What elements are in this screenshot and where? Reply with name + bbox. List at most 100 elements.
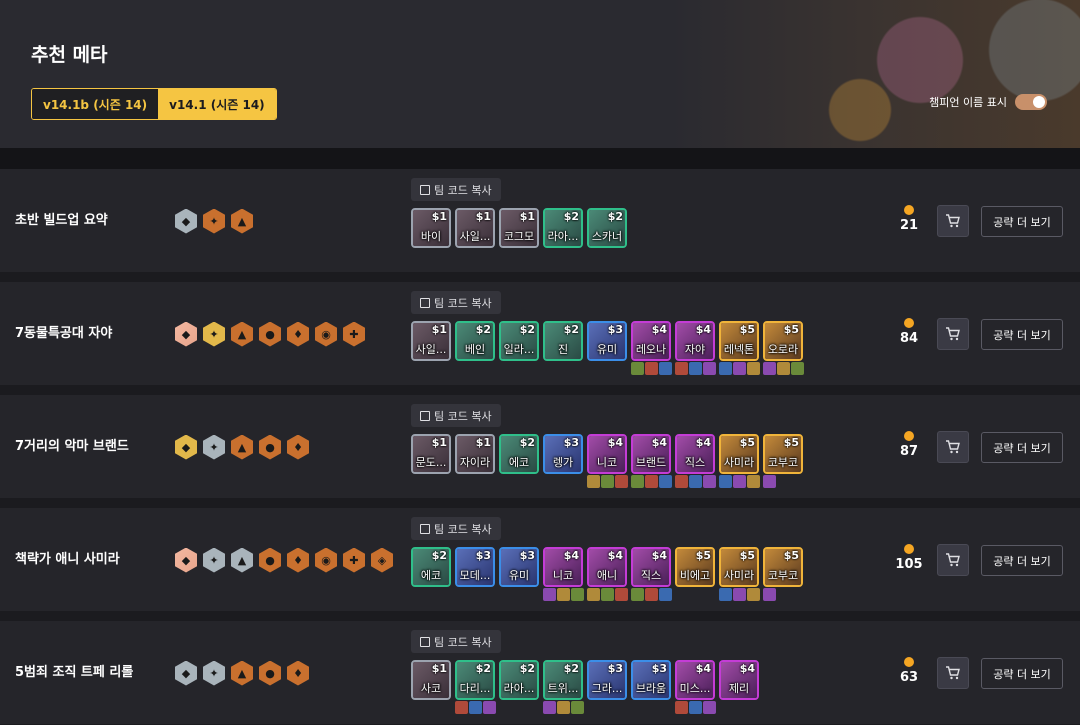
item-icon[interactable] [747, 475, 760, 488]
tab-version-14-1b[interactable]: v14.1b (시즌 14) [32, 89, 159, 119]
trait-icon[interactable]: ✦ [201, 547, 227, 573]
champion-card[interactable]: $2 에코 [499, 434, 539, 474]
item-icon[interactable] [645, 475, 658, 488]
trait-icon[interactable]: ♦ [285, 547, 311, 573]
item-icon[interactable] [791, 362, 804, 375]
item-icon[interactable] [659, 475, 672, 488]
trait-icon[interactable]: ✦ [201, 321, 227, 347]
trait-icon[interactable]: ♦ [285, 434, 311, 460]
champion-card[interactable]: $5 사미라 [719, 547, 760, 601]
trait-icon[interactable]: ◆ [173, 208, 199, 234]
item-icon[interactable] [777, 362, 790, 375]
item-icon[interactable] [675, 475, 688, 488]
champion-card[interactable]: $2 에코 [411, 547, 451, 587]
item-icon[interactable] [689, 362, 702, 375]
trait-icon[interactable]: ▲ [229, 208, 255, 234]
item-icon[interactable] [659, 588, 672, 601]
item-icon[interactable] [675, 701, 688, 714]
trait-icon[interactable]: ◆ [173, 547, 199, 573]
champion-card[interactable]: $2 라아... [543, 208, 583, 248]
item-icon[interactable] [557, 588, 570, 601]
item-icon[interactable] [645, 588, 658, 601]
trait-icon[interactable]: ◆ [173, 434, 199, 460]
trait-icon[interactable]: ◈ [369, 547, 395, 573]
trait-icon[interactable]: ♦ [285, 321, 311, 347]
champion-card[interactable]: $1 사일... [411, 321, 451, 361]
champion-card[interactable]: $1 코그모 [499, 208, 539, 248]
trait-icon[interactable]: ◉ [313, 547, 339, 573]
item-icon[interactable] [455, 701, 468, 714]
item-icon[interactable] [645, 362, 658, 375]
champion-card[interactable]: $4 니코 [543, 547, 584, 601]
item-icon[interactable] [733, 362, 746, 375]
champion-card[interactable]: $3 유미 [499, 547, 539, 587]
item-icon[interactable] [689, 475, 702, 488]
tab-version-14-1[interactable]: v14.1 (시즌 14) [158, 89, 276, 119]
champion-card[interactable]: $1 자이라 [455, 434, 495, 474]
trait-icon[interactable]: ✚ [341, 547, 367, 573]
champion-card[interactable]: $2 트위... [543, 660, 584, 714]
champion-card[interactable]: $4 직스 [631, 547, 672, 601]
trait-icon[interactable]: ◉ [313, 321, 339, 347]
item-icon[interactable] [571, 701, 584, 714]
champion-card[interactable]: $4 자야 [675, 321, 716, 375]
cart-button[interactable] [937, 544, 969, 576]
champion-card[interactable]: $2 라아... [499, 660, 539, 700]
item-icon[interactable] [719, 588, 732, 601]
item-icon[interactable] [763, 475, 776, 488]
item-icon[interactable] [601, 475, 614, 488]
item-icon[interactable] [631, 362, 644, 375]
item-icon[interactable] [571, 588, 584, 601]
champion-card[interactable]: $2 진 [543, 321, 583, 361]
champion-card[interactable]: $3 그라... [587, 660, 627, 700]
view-guide-button[interactable]: 공략 더 보기 [981, 206, 1063, 237]
trait-icon[interactable]: ✦ [201, 434, 227, 460]
champion-card[interactable]: $2 다리... [455, 660, 496, 714]
item-icon[interactable] [543, 588, 556, 601]
item-icon[interactable] [615, 475, 628, 488]
trait-icon[interactable]: ▲ [229, 321, 255, 347]
champion-card[interactable]: $5 비에고 [675, 547, 715, 587]
champion-card[interactable]: $5 레넥톤 [719, 321, 760, 375]
item-icon[interactable] [659, 362, 672, 375]
trait-icon[interactable]: ✦ [201, 660, 227, 686]
item-icon[interactable] [703, 362, 716, 375]
champion-card[interactable]: $5 사미라 [719, 434, 760, 488]
champion-card[interactable]: $4 레오나 [631, 321, 672, 375]
champion-card[interactable]: $1 사일... [455, 208, 495, 248]
item-icon[interactable] [763, 588, 776, 601]
champion-card[interactable]: $4 직스 [675, 434, 716, 488]
item-icon[interactable] [719, 362, 732, 375]
item-icon[interactable] [631, 475, 644, 488]
item-icon[interactable] [703, 475, 716, 488]
item-icon[interactable] [557, 701, 570, 714]
trait-icon[interactable]: ◆ [173, 660, 199, 686]
trait-icon[interactable]: ● [257, 547, 283, 573]
item-icon[interactable] [703, 701, 716, 714]
trait-icon[interactable]: ◆ [173, 321, 199, 347]
cart-button[interactable] [937, 205, 969, 237]
cart-button[interactable] [937, 657, 969, 689]
champion-card[interactable]: $5 코부코 [763, 547, 803, 601]
champion-card[interactable]: $4 미스... [675, 660, 716, 714]
champion-card[interactable]: $3 유미 [587, 321, 627, 361]
champion-name-toggle[interactable] [1015, 94, 1047, 110]
item-icon[interactable] [483, 701, 496, 714]
item-icon[interactable] [615, 588, 628, 601]
item-icon[interactable] [689, 701, 702, 714]
item-icon[interactable] [747, 362, 760, 375]
view-guide-button[interactable]: 공략 더 보기 [981, 432, 1063, 463]
trait-icon[interactable]: ▲ [229, 660, 255, 686]
copy-team-code-button[interactable]: 팀 코드 복사 [411, 630, 501, 653]
champion-card[interactable]: $2 스카너 [587, 208, 627, 248]
view-guide-button[interactable]: 공략 더 보기 [981, 658, 1063, 689]
trait-icon[interactable]: ▲ [229, 547, 255, 573]
copy-team-code-button[interactable]: 팀 코드 복사 [411, 517, 501, 540]
champion-card[interactable]: $2 베인 [455, 321, 495, 361]
item-icon[interactable] [587, 588, 600, 601]
champion-card[interactable]: $4 브랜드 [631, 434, 672, 488]
champion-card[interactable]: $3 렝가 [543, 434, 583, 474]
view-guide-button[interactable]: 공략 더 보기 [981, 319, 1063, 350]
item-icon[interactable] [675, 362, 688, 375]
trait-icon[interactable]: ● [257, 321, 283, 347]
